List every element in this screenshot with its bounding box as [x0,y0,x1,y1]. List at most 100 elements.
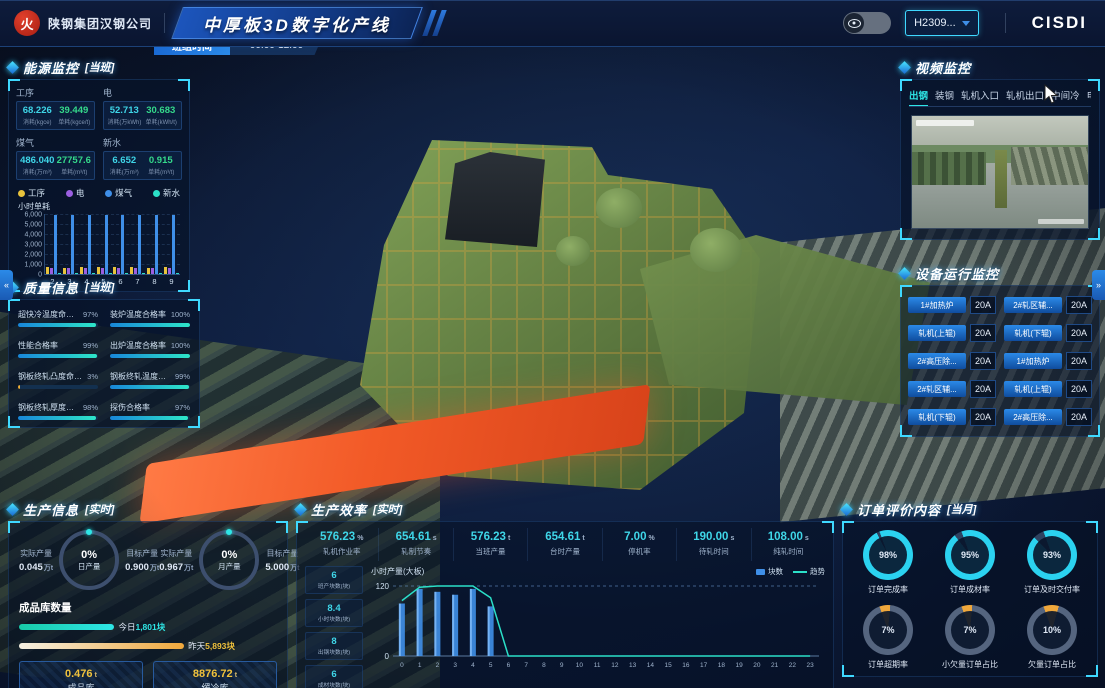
energy-group-name: 煤气 [16,136,95,149]
quality-item: 钢板终轧温度命中率 99% [110,371,190,389]
equipment-current-value: 20A [1066,296,1092,314]
svg-text:10: 10 [576,662,584,669]
ring-percent: 0% [81,549,97,561]
equipment-name-button[interactable]: 1#加热炉 [1004,353,1062,369]
camera-tab-轧机入口[interactable]: 轧机入口 [961,88,999,102]
panel-diamond-icon [294,503,307,516]
bar [159,273,162,274]
metric-value: 7.00% [603,531,676,543]
donut-chart: 95% [945,530,995,580]
svg-text:3: 3 [453,662,457,669]
collapse-left-tab[interactable]: « [0,270,13,300]
camera-tab-装钢[interactable]: 装钢 [935,88,954,102]
quality-bar-track [110,385,190,389]
metric-label: 停机率 [603,546,676,557]
quality-bar-track [18,323,98,327]
order-kpi: 93% 订单及时交付率 [1013,530,1091,595]
energy-value: 30.683 [143,105,180,116]
svg-text:21: 21 [771,662,779,669]
stock-title: 成品库数量 [19,600,277,615]
energy-group: 工序 68.226 消耗(kgce) 39.449 单耗(kgce/t) [16,86,95,130]
svg-text:6: 6 [507,662,511,669]
metric-value: 576.23% [305,531,378,543]
efficiency-metric: 576.23t 当班产量 [454,528,528,561]
stock-bar [19,624,114,630]
quality-percent: 98% [83,403,98,412]
energy-metric: 68.226 消耗(kgce) [19,105,56,126]
quality-percent: 99% [83,341,98,350]
equipment-name-button[interactable]: 轧机(下辊) [908,409,966,425]
svg-text:22: 22 [789,662,797,669]
energy-unit: 消耗(万m³) [107,166,141,175]
panel-diamond-icon [898,61,911,74]
donut-chart: 10% [1027,605,1077,655]
quality-item: 钢板终轧凸度命中率 3% [18,371,98,389]
svg-text:9: 9 [560,662,564,669]
stock-bar-row: 昨天5,893块 [19,640,277,652]
bar [142,273,145,274]
camera-tab-电加热[interactable]: 电加热 [1087,88,1091,102]
y-tick-label: 2,000 [24,252,42,259]
donut-label: 订单超期率 [868,659,908,670]
quality-item: 装炉温度合格率 100% [110,309,190,327]
energy-metric: 30.683 单耗(kWh/t) [143,105,180,126]
equipment-name-button[interactable]: 轧机(下辊) [1004,325,1062,341]
equipment-current-value: 20A [1066,408,1092,426]
quality-percent: 97% [83,310,98,319]
equipment-name-button[interactable]: 2#高压除... [1004,409,1062,425]
bar [58,273,61,274]
energy-group-name: 新水 [103,136,182,149]
target-label: 目标产量 [125,548,159,559]
equipment-name-button[interactable]: 2#高压除... [908,353,966,369]
equipment-row: 轧机(下辊) 20A [1004,324,1092,342]
stock-label: 成品库 [67,681,94,688]
camera-tab-轧机出口[interactable]: 轧机出口 [1006,88,1044,102]
quality-bar-fill [18,385,20,389]
donut-percent: 95% [951,536,989,574]
camera-feed-detail [1011,147,1088,185]
collapse-right-tab[interactable]: » [1092,270,1105,300]
view-selector-dropdown[interactable]: H2309... [905,10,979,36]
energy-metric: 0.915 单耗(m³/t) [143,155,180,176]
company-name: 陕钢集团汉钢公司 [48,15,152,32]
quality-bar-fill [110,385,189,389]
bar [92,273,95,274]
quality-bar-fill [18,416,96,420]
energy-metric: 6.652 消耗(万m³) [106,155,143,176]
energy-metric: 39.449 单耗(kgce/t) [56,105,93,126]
bar-group [164,214,179,274]
equipment-name-button[interactable]: 1#加热炉 [908,297,966,313]
metric-value: 108.00s [752,531,825,543]
equipment-row: 轧机(上辊) 20A [1004,380,1092,398]
orders-panel: 订单评价内容 [当月] 98% 订单完成率 95% 订单成材率 93% 订单及时… [842,500,1098,677]
equipment-name-button[interactable]: 轧机(上辊) [1004,381,1062,397]
equipment-name-button[interactable]: 2#轧区辅... [1004,297,1062,313]
equipment-row: 轧机(下辊) 20A [908,408,996,426]
metric-label: 轧机作业率 [305,546,378,557]
visibility-toggle[interactable] [843,12,891,34]
legend-dot [105,190,112,197]
energy-value: 6.652 [106,155,143,166]
camera-label [1038,219,1084,224]
quality-percent: 97% [175,403,190,412]
equipment-name-button[interactable]: 轧机(上辊) [908,325,966,341]
energy-value: 52.713 [106,105,143,116]
energy-legend-item: 煤气 [105,187,132,199]
quality-label: 性能合格率 [18,340,58,351]
camera-feed[interactable] [911,115,1089,229]
legend-dot [66,190,73,197]
camera-feed-detail [995,150,1007,208]
orders-tag: [当月] [947,501,976,517]
svg-text:19: 19 [736,662,744,669]
equipment-name-button[interactable]: 2#轧区辅... [908,381,966,397]
camera-tab-出钢[interactable]: 出钢 [909,88,928,102]
target-value: 5.000万t [265,562,299,573]
production-title: 生产信息 [23,500,79,519]
stat-value: 6 [308,570,360,581]
energy-metric: 486.040 消耗(万m³) [19,155,56,176]
efficiency-metric: 654.61s 轧制节奏 [379,528,453,561]
ring-label: 月产量 [218,561,241,572]
video-title: 视频监控 [915,58,971,77]
bar [176,273,179,274]
title-decoration [427,10,442,36]
